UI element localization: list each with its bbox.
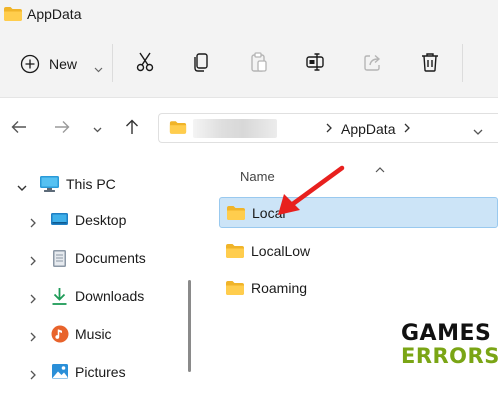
share-icon <box>362 51 384 78</box>
rename-button[interactable] <box>302 50 330 78</box>
documents-icon <box>52 249 67 273</box>
title-bar: AppData <box>0 0 498 28</box>
share-button[interactable] <box>359 50 387 78</box>
window-title: AppData <box>27 6 82 22</box>
annotation-arrow-icon <box>270 160 350 231</box>
toolbar-divider <box>112 44 113 82</box>
chevron-right-icon <box>325 121 333 140</box>
arrow-left-icon <box>11 120 27 139</box>
folder-row-roaming[interactable]: Roaming <box>219 273 498 304</box>
chevron-down-icon <box>17 179 27 197</box>
folder-icon <box>225 280 245 301</box>
new-button-label: New <box>49 56 78 72</box>
this-pc-icon <box>39 175 60 198</box>
breadcrumb-appdata[interactable]: AppData <box>341 121 395 137</box>
pictures-icon <box>51 363 69 385</box>
delete-icon <box>419 51 441 78</box>
new-button[interactable]: New <box>12 48 107 80</box>
watermark-logo: GAMES ERRORS <box>401 321 498 368</box>
arrow-up-icon <box>125 119 139 140</box>
chevron-right-icon <box>29 215 37 233</box>
sort-ascending-icon <box>375 160 385 178</box>
address-bar[interactable]: AppData <box>158 113 498 143</box>
command-bar: New <box>0 28 498 98</box>
sidebar-item-documents[interactable]: Documents <box>0 243 180 273</box>
desktop-icon <box>50 211 69 232</box>
sidebar-item-pictures[interactable]: Pictures <box>0 357 180 387</box>
cut-button[interactable] <box>131 50 159 78</box>
copy-icon <box>191 51 213 78</box>
sidebar-item-desktop[interactable]: Desktop <box>0 205 180 235</box>
navigation-pane: This PC Desktop Documents Downloads Musi… <box>0 157 200 397</box>
sidebar-item-downloads[interactable]: Downloads <box>0 281 180 311</box>
copy-button[interactable] <box>188 50 216 78</box>
chevron-down-icon <box>93 120 102 138</box>
chevron-right-icon <box>29 367 37 385</box>
chevron-right-icon <box>403 121 411 140</box>
folder-icon <box>225 243 245 264</box>
sidebar-item-music[interactable]: Music <box>0 319 180 349</box>
up-button[interactable] <box>121 118 143 140</box>
sidebar-item-label: Pictures <box>75 364 126 380</box>
folder-name: Roaming <box>251 280 308 296</box>
sidebar-item-label: Downloads <box>75 288 145 304</box>
recent-locations-button[interactable] <box>86 118 108 140</box>
arrow-right-icon <box>54 120 70 139</box>
sidebar-item-label: This PC <box>66 176 116 192</box>
sidebar-item-label: Desktop <box>75 212 127 228</box>
blurred-breadcrumb <box>193 119 277 138</box>
folder-icon <box>226 205 246 226</box>
sidebar-item-label: Music <box>75 326 112 342</box>
rename-icon <box>305 51 327 78</box>
delete-button[interactable] <box>416 50 444 78</box>
back-button[interactable] <box>8 118 30 140</box>
chevron-right-icon <box>29 291 37 309</box>
folder-icon <box>169 120 187 140</box>
paste-button[interactable] <box>245 50 273 78</box>
downloads-icon <box>51 287 68 311</box>
watermark-line-1: GAMES <box>401 321 492 346</box>
toolbar-divider <box>462 44 463 82</box>
cut-icon <box>134 51 156 78</box>
music-icon <box>51 325 69 348</box>
address-history-chevron-icon[interactable] <box>473 123 483 141</box>
folder-icon <box>3 6 23 27</box>
chevron-down-icon <box>94 60 103 78</box>
paste-icon <box>248 51 270 78</box>
folder-name: LocalLow <box>251 243 311 259</box>
folder-row-locallow[interactable]: LocalLow <box>219 236 498 267</box>
watermark-line-2: ERRORS <box>401 344 498 368</box>
forward-button[interactable] <box>51 118 73 140</box>
sidebar-item-label: Documents <box>75 250 146 266</box>
sidebar-item-this-pc[interactable]: This PC <box>0 169 180 199</box>
plus-icon <box>20 54 40 79</box>
chevron-right-icon <box>29 253 37 271</box>
chevron-right-icon <box>29 329 37 347</box>
folder-row-local[interactable]: Local <box>219 197 498 228</box>
navigation-pane-scrollbar[interactable] <box>188 280 191 372</box>
